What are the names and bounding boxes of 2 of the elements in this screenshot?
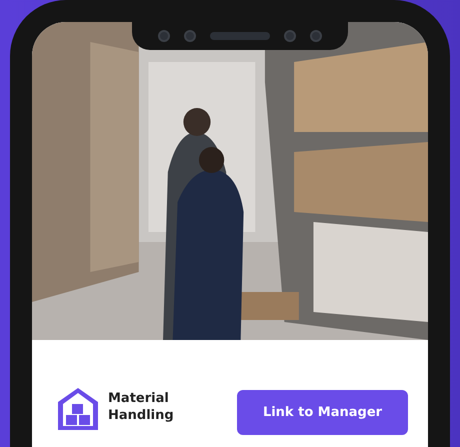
link-to-manager-button[interactable]: Link to Manager bbox=[237, 390, 408, 435]
section-title: Material Handling bbox=[108, 390, 175, 424]
